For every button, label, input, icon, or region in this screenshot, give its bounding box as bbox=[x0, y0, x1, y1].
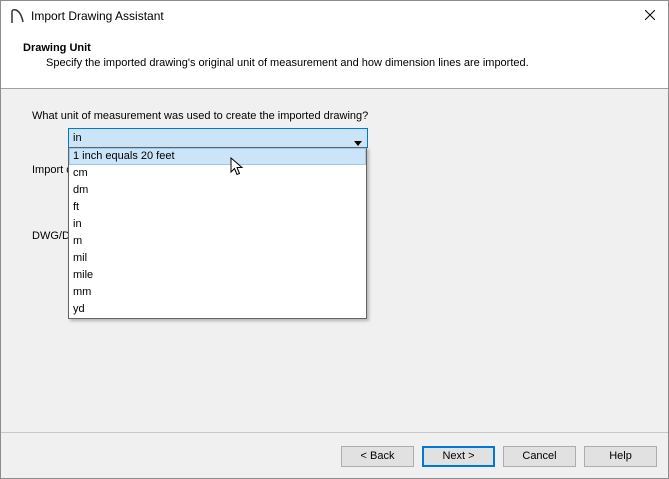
import-drawing-assistant-window: Import Drawing Assistant Drawing Unit Sp… bbox=[0, 0, 669, 479]
back-button[interactable]: < Back bbox=[341, 446, 414, 467]
help-button[interactable]: Help bbox=[584, 446, 657, 467]
title-bar[interactable]: Import Drawing Assistant bbox=[1, 1, 668, 31]
unit-dropdown-list: 1 inch equals 20 feet cm dm ft in m mil … bbox=[68, 147, 367, 319]
unit-option-cm[interactable]: cm bbox=[69, 165, 366, 182]
unit-select[interactable]: in bbox=[68, 128, 368, 148]
dwg-label: DWG/D bbox=[32, 230, 70, 242]
import-label: Import d bbox=[32, 164, 73, 176]
app-arc-icon bbox=[9, 8, 25, 24]
unit-question-label: What unit of measurement was used to cre… bbox=[32, 110, 369, 122]
footer-divider bbox=[1, 432, 668, 433]
cancel-button[interactable]: Cancel bbox=[503, 446, 576, 467]
unit-option-m[interactable]: m bbox=[69, 233, 366, 250]
unit-option-mile[interactable]: mile bbox=[69, 267, 366, 284]
mouse-cursor-icon bbox=[230, 156, 244, 180]
unit-option-mm[interactable]: mm bbox=[69, 284, 366, 301]
unit-option-mil[interactable]: mil bbox=[69, 250, 366, 267]
unit-option-dm[interactable]: dm bbox=[69, 182, 366, 199]
wizard-header: Drawing Unit Specify the imported drawin… bbox=[1, 31, 668, 89]
next-button[interactable]: Next > bbox=[422, 446, 495, 467]
unit-option-1-inch-equals-20-feet[interactable]: 1 inch equals 20 feet bbox=[69, 148, 366, 165]
page-subtitle: Specify the imported drawing's original … bbox=[46, 57, 529, 69]
close-icon bbox=[644, 9, 656, 23]
window-title: Import Drawing Assistant bbox=[31, 9, 164, 23]
unit-option-in[interactable]: in bbox=[69, 216, 366, 233]
unit-select-value: in bbox=[73, 132, 82, 144]
unit-option-ft[interactable]: ft bbox=[69, 199, 366, 216]
page-title: Drawing Unit bbox=[23, 42, 91, 54]
unit-option-yd[interactable]: yd bbox=[69, 301, 366, 318]
close-button[interactable] bbox=[632, 1, 668, 31]
